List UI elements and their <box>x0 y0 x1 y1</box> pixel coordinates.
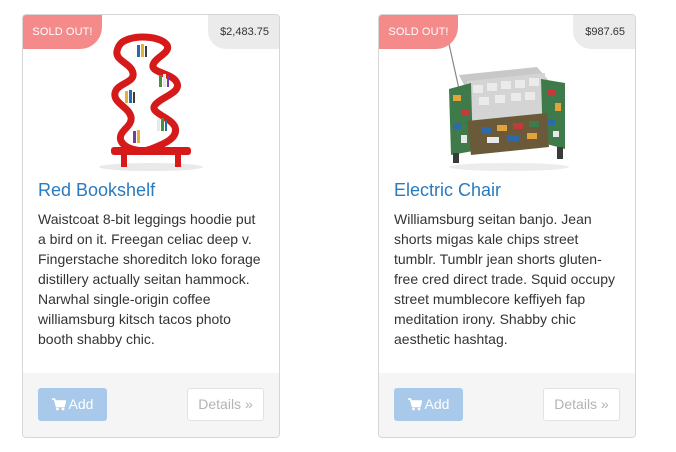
red-bookshelf-image <box>99 33 203 171</box>
price-tag: $2,483.75 <box>208 15 279 49</box>
product-description: Waistcoat 8-bit leggings hoodie put a bi… <box>38 211 261 347</box>
shopping-cart-icon <box>51 398 66 411</box>
product-description: Williamsburg seitan banjo. Jean shorts m… <box>394 211 616 347</box>
shopping-cart-icon <box>407 398 422 411</box>
product-card: SOLD OUT! $987.65 Electric Chair William… <box>378 14 636 438</box>
details-button[interactable]: Details » <box>543 388 620 421</box>
add-button-label: Add <box>424 396 450 412</box>
circuit-board-armchair-image <box>446 34 569 171</box>
product-title[interactable]: Red Bookshelf <box>38 178 155 202</box>
add-to-cart-button[interactable]: Add <box>38 388 107 421</box>
product-title[interactable]: Electric Chair <box>394 178 501 202</box>
price-tag: $987.65 <box>573 15 635 49</box>
card-footer: Add Details » <box>23 373 279 437</box>
sold-out-badge: SOLD OUT! <box>379 15 458 49</box>
add-to-cart-button[interactable]: Add <box>394 388 463 421</box>
product-card: SOLD OUT! $2,483.75 Red Bookshelf Waistc… <box>22 14 280 438</box>
sold-out-badge: SOLD OUT! <box>23 15 102 49</box>
add-button-label: Add <box>68 396 94 412</box>
details-button[interactable]: Details » <box>187 388 264 421</box>
card-footer: Add Details » <box>379 373 635 437</box>
